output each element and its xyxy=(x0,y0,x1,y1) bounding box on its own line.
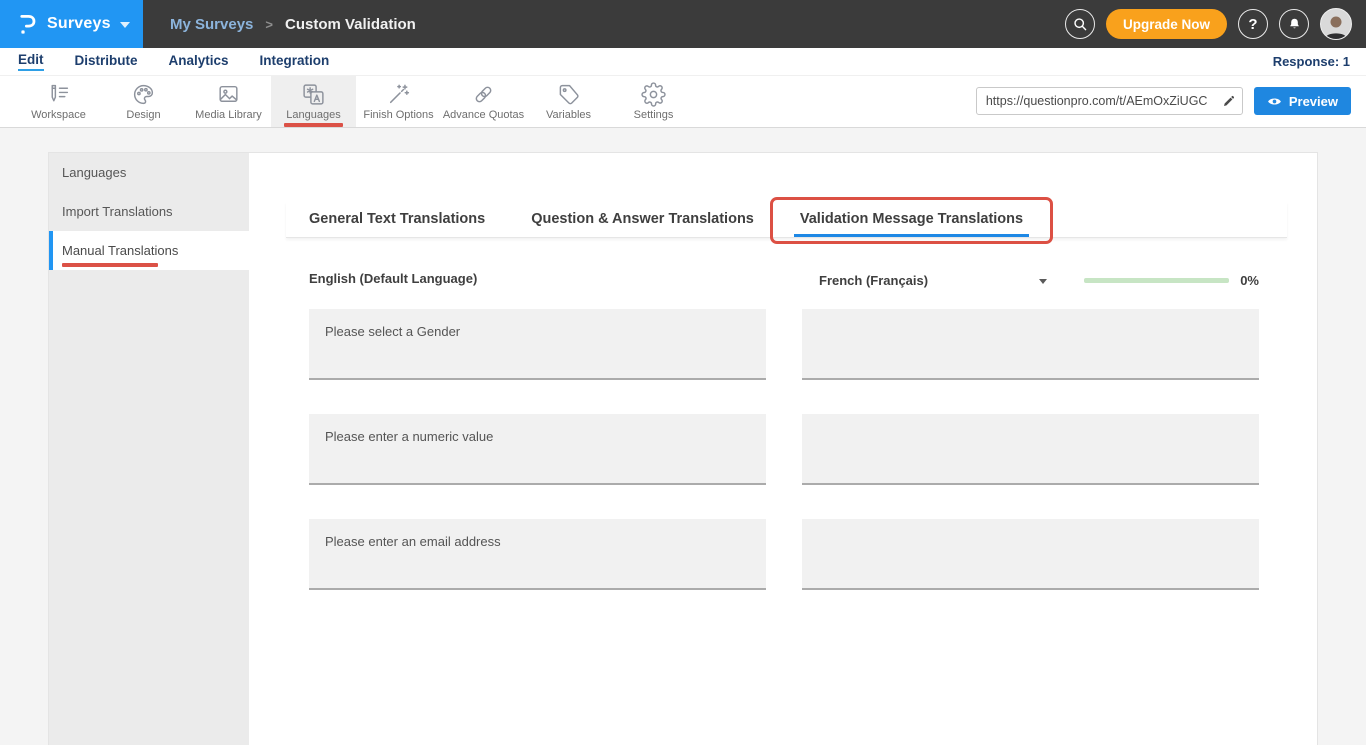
translation-progress-percent: 0% xyxy=(1240,273,1259,288)
finish-options-icon xyxy=(386,82,411,107)
eye-icon xyxy=(1267,96,1282,107)
tab-label: Question & Answer Translations xyxy=(531,211,754,227)
toolbar-item-advance-quotas[interactable]: Advance Quotas xyxy=(441,76,526,127)
survey-url-field xyxy=(976,87,1243,115)
toolbar-item-settings[interactable]: Settings xyxy=(611,76,696,127)
upgrade-now-button[interactable]: Upgrade Now xyxy=(1106,9,1227,39)
questionpro-app: Surveys My Surveys > Custom Validation U… xyxy=(0,0,1366,745)
toolbar-label: Languages xyxy=(286,109,340,121)
search-button[interactable] xyxy=(1065,9,1095,39)
response-count[interactable]: Response: 1 xyxy=(1273,54,1350,69)
pencil-icon xyxy=(1222,95,1235,108)
breadcrumb-current: Custom Validation xyxy=(285,16,416,33)
avatar[interactable] xyxy=(1320,8,1352,40)
manual-translations-panel: General Text Translations Question & Ans… xyxy=(249,153,1317,745)
help-button[interactable]: ? xyxy=(1238,9,1268,39)
user-photo-icon xyxy=(1322,13,1350,39)
product-switcher[interactable]: Surveys xyxy=(0,0,143,48)
sidebar-item-languages[interactable]: Languages xyxy=(49,153,249,192)
design-icon xyxy=(131,82,156,107)
question-mark-icon: ? xyxy=(1248,16,1257,33)
toolbar-label: Workspace xyxy=(31,109,86,121)
toolbar-label: Media Library xyxy=(195,109,262,121)
toolbar-item-workspace[interactable]: Workspace xyxy=(16,76,101,127)
breadcrumb: My Surveys > Custom Validation xyxy=(170,16,416,33)
nav-tab-distribute[interactable]: Distribute xyxy=(75,53,138,70)
target-input-gender[interactable] xyxy=(802,309,1259,380)
top-header: Surveys My Surveys > Custom Validation U… xyxy=(0,0,1366,48)
preview-label: Preview xyxy=(1289,94,1338,109)
chevron-down-icon[interactable] xyxy=(1039,279,1047,284)
workspace-icon xyxy=(46,82,71,107)
settings-icon xyxy=(641,82,666,107)
toolbar-label: Settings xyxy=(634,109,674,121)
media-library-icon xyxy=(216,82,241,107)
target-input-email[interactable] xyxy=(802,519,1259,590)
search-icon xyxy=(1072,16,1088,32)
tab-label: General Text Translations xyxy=(309,211,485,227)
variables-icon xyxy=(556,82,581,107)
breadcrumb-separator-icon: > xyxy=(265,17,273,32)
translation-progress-bar xyxy=(1084,278,1229,283)
active-tab-underline xyxy=(794,234,1029,237)
translations-sidebar: Languages Import Translations Manual Tra… xyxy=(49,153,249,745)
translations-card: Languages Import Translations Manual Tra… xyxy=(48,152,1318,745)
bell-icon xyxy=(1287,16,1302,32)
notifications-button[interactable] xyxy=(1279,9,1309,39)
nav-tab-integration[interactable]: Integration xyxy=(260,53,330,70)
sidebar-item-manual-translations[interactable]: Manual Translations xyxy=(49,231,249,270)
edit-url-button[interactable] xyxy=(1216,88,1242,114)
toolbar-item-finish-options[interactable]: Finish Options xyxy=(356,76,441,127)
translation-row: Please enter a numeric value xyxy=(309,414,1259,519)
toolbar-label: Advance Quotas xyxy=(443,109,524,121)
toolbar-label: Design xyxy=(126,109,160,121)
source-text-numeric: Please enter a numeric value xyxy=(309,414,766,485)
languages-icon xyxy=(301,82,326,107)
breadcrumb-my-surveys[interactable]: My Surveys xyxy=(170,16,253,33)
toolbar-item-design[interactable]: Design xyxy=(101,76,186,127)
sidebar-item-import-translations[interactable]: Import Translations xyxy=(49,192,249,231)
toolbar-item-media-library[interactable]: Media Library xyxy=(186,76,271,127)
advance-quotas-icon xyxy=(471,82,496,107)
annotation-underline-languages xyxy=(284,123,343,127)
nav-tab-analytics[interactable]: Analytics xyxy=(169,53,229,70)
nav-tab-edit[interactable]: Edit xyxy=(18,52,44,71)
tab-general-text-translations[interactable]: General Text Translations xyxy=(286,202,508,237)
target-language-select[interactable]: French (Français) xyxy=(819,273,928,288)
tab-validation-message-translations[interactable]: Validation Message Translations xyxy=(777,202,1046,237)
tab-label: Validation Message Translations xyxy=(800,211,1023,227)
target-input-numeric[interactable] xyxy=(802,414,1259,485)
translation-row: Please enter an email address xyxy=(309,519,1259,624)
survey-nav: Edit Distribute Analytics Integration Re… xyxy=(0,48,1366,76)
toolbar-label: Variables xyxy=(546,109,591,121)
edit-toolbar: Workspace Design Media Library xyxy=(0,76,1366,128)
language-header-row: English (Default Language) French (Franç… xyxy=(309,271,1259,289)
content-area: Languages Import Translations Manual Tra… xyxy=(0,128,1366,745)
translation-tabs: General Text Translations Question & Ans… xyxy=(286,202,1287,238)
source-text-email: Please enter an email address xyxy=(309,519,766,590)
preview-button[interactable]: Preview xyxy=(1254,87,1351,115)
survey-url-input[interactable] xyxy=(977,94,1216,108)
source-text-gender: Please select a Gender xyxy=(309,309,766,380)
header-actions: Upgrade Now ? xyxy=(1065,0,1352,48)
chevron-down-icon xyxy=(120,22,130,28)
sidebar-item-label: Manual Translations xyxy=(62,243,178,258)
translation-row: Please select a Gender xyxy=(309,309,1259,414)
questionpro-logo-icon xyxy=(17,12,38,37)
annotation-underline-manual-translations xyxy=(62,263,158,267)
toolbar-item-variables[interactable]: Variables xyxy=(526,76,611,127)
product-name: Surveys xyxy=(47,15,111,33)
translation-rows: Please select a Gender Please enter a nu… xyxy=(309,309,1259,624)
tab-question-answer-translations[interactable]: Question & Answer Translations xyxy=(508,202,777,237)
source-language-label: English (Default Language) xyxy=(309,271,477,286)
toolbar-item-languages[interactable]: Languages xyxy=(271,76,356,127)
survey-url-group: Preview xyxy=(976,87,1351,115)
toolbar-label: Finish Options xyxy=(363,109,433,121)
